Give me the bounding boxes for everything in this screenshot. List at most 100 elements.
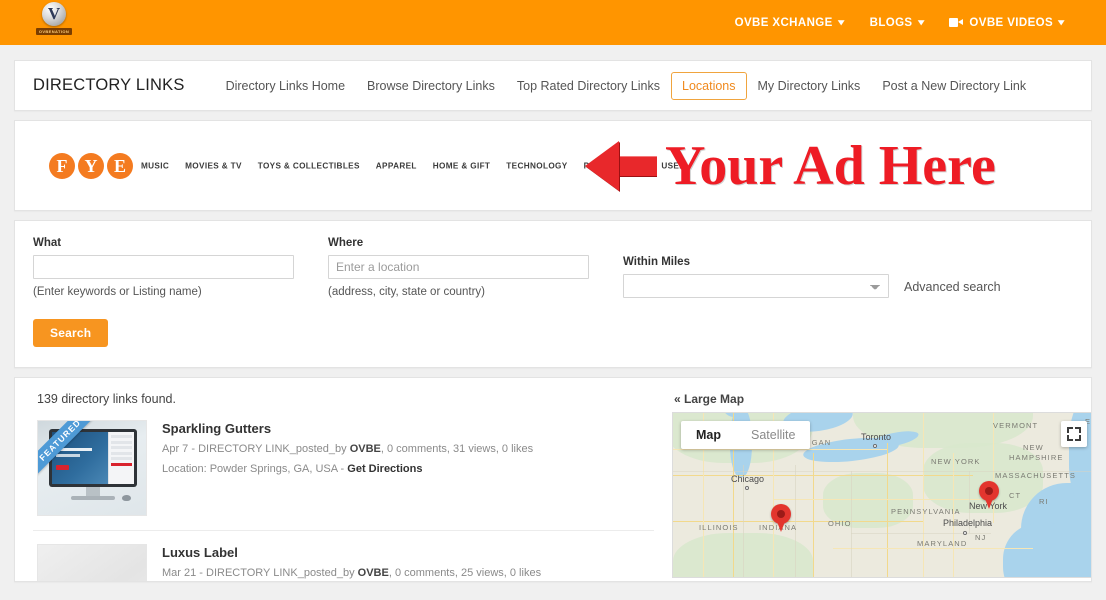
tab-directory-links-home[interactable]: Directory Links Home: [215, 72, 356, 100]
what-hint: (Enter keywords or Listing name): [33, 286, 202, 298]
list-item[interactable]: Luxus Label Mar 21 - DIRECTORY LINK_post…: [33, 531, 654, 581]
large-map-link[interactable]: « Large Map: [674, 392, 1091, 406]
fullscreen-icon[interactable]: [1061, 421, 1087, 447]
listing-location-text: Location: Powder Springs, GA, USA -: [162, 463, 348, 475]
within-miles-select[interactable]: 15102550100: [623, 274, 889, 298]
results-panel: 139 directory links found. FEATURED Spar…: [14, 377, 1092, 582]
nav-label-blogs: BLOGS: [869, 16, 913, 29]
fye-category-movies-tv[interactable]: MOVIES & TV: [185, 161, 242, 170]
map-marker[interactable]: [979, 481, 999, 509]
listing-title[interactable]: Luxus Label: [162, 545, 541, 560]
listing-meta-suffix: , 0 comments, 31 views, 0 likes: [380, 443, 534, 455]
map-label: MASSACHUSETTS: [995, 471, 1076, 480]
nav-item-blogs[interactable]: BLOGS ▾: [870, 17, 924, 29]
listing-thumbnail[interactable]: FEATURED: [37, 420, 147, 516]
results-list: 139 directory links found. FEATURED Spar…: [29, 392, 654, 581]
what-label: What: [33, 237, 62, 249]
map-type-map-button[interactable]: Map: [681, 421, 736, 449]
fye-category-toys-collectibles[interactable]: TOYS & COLLECTIBLES: [258, 161, 360, 170]
primary-nav: OVBE XCHANGE ▾ BLOGS ▾ OVBE VIDEOS ▾: [735, 0, 1065, 45]
video-camera-icon: [949, 18, 964, 27]
listing-meta-prefix: Mar 21 - DIRECTORY LINK_posted_by: [162, 567, 358, 579]
map-label: RI: [1039, 497, 1049, 506]
search-panel: What (Enter keywords or Listing name) Wh…: [14, 220, 1092, 368]
map-city-label: Chicago: [731, 474, 765, 484]
tab-my-directory-links[interactable]: My Directory Links: [747, 72, 872, 100]
advanced-search-link[interactable]: Advanced search: [904, 280, 1001, 294]
logo-letter: V: [47, 4, 61, 23]
listing-info: Luxus Label Mar 21 - DIRECTORY LINK_post…: [147, 544, 541, 581]
listing-info: Sparkling Gutters Apr 7 - DIRECTORY LINK…: [147, 420, 533, 516]
fye-letter-y: Y: [78, 152, 104, 179]
page-title: DIRECTORY LINKS: [33, 76, 185, 94]
directory-tabs: Directory Links Home Browse Directory Li…: [215, 71, 1038, 100]
listing-thumbnail[interactable]: [37, 544, 147, 581]
map-label: NEW: [1023, 443, 1044, 452]
nav-label-ovbe-videos: OVBE VIDEOS: [969, 16, 1054, 29]
list-item[interactable]: FEATURED Sparkling Gutters Apr 7 - DIREC…: [33, 420, 654, 531]
nav-item-ovbe-xchange[interactable]: OVBE XCHANGE ▾: [735, 17, 844, 29]
listing-location: Location: Powder Springs, GA, USA - Get …: [162, 463, 533, 475]
map-label: CT: [1009, 491, 1022, 500]
nav-label-ovbe-xchange: OVBE XCHANGE: [734, 16, 833, 29]
map-type-satellite-button[interactable]: Satellite: [736, 421, 810, 449]
map-section: « Large Map ILLINOIS INDIANA OHIO NEW YO…: [654, 392, 1091, 581]
within-miles-field-group: Within Miles 15102550100: [623, 256, 889, 298]
listing-meta: Apr 7 - DIRECTORY LINK_posted_by OVBE, 0…: [162, 443, 533, 455]
ad-headline: Your Ad Here: [665, 134, 996, 197]
fye-letter-e: E: [107, 152, 133, 179]
listing-meta-suffix: , 0 comments, 25 views, 0 likes: [388, 567, 542, 579]
map-city-label: Toronto: [861, 432, 892, 442]
fye-category-home-gift[interactable]: HOME & GIFT: [433, 161, 491, 170]
tab-locations[interactable]: Locations: [671, 71, 747, 100]
listing-title[interactable]: Sparkling Gutters: [162, 421, 533, 436]
listing-author[interactable]: OVBE: [350, 443, 381, 455]
map-label: HAMPSHIRE: [1009, 453, 1064, 462]
search-what-input[interactable]: [33, 255, 294, 279]
where-field-group: Where (address, city, state or country): [328, 237, 589, 298]
map-label: OHIO: [828, 519, 852, 528]
map-city-label: Philadelphia: [943, 518, 993, 528]
fye-letter-f: F: [49, 152, 75, 179]
nav-item-ovbe-videos[interactable]: OVBE VIDEOS ▾: [949, 17, 1064, 29]
listing-meta: Mar 21 - DIRECTORY LINK_posted_by OVBE, …: [162, 567, 541, 579]
chevron-down-icon: ▾: [837, 17, 845, 27]
logo-wordmark: OVBENATION: [35, 28, 73, 35]
map-marker[interactable]: [771, 504, 791, 532]
left-arrow-icon: [585, 140, 657, 191]
directory-links-header: DIRECTORY LINKS Directory Links Home Bro…: [14, 60, 1092, 111]
results-count: 139 directory links found.: [37, 392, 176, 406]
site-header: V OVBENATION OVBE XCHANGE ▾ BLOGS ▾ OVBE…: [0, 0, 1106, 45]
tab-browse-directory-links[interactable]: Browse Directory Links: [356, 72, 506, 100]
map-label: PENNSYLVANIA: [891, 507, 961, 516]
logo-orb-icon: V: [42, 2, 66, 26]
map-type-toggle: Map Satellite: [681, 421, 811, 449]
get-directions-link[interactable]: Get Directions: [347, 463, 422, 475]
tab-post-a-new-directory-link[interactable]: Post a New Directory Link: [871, 72, 1037, 100]
search-where-input[interactable]: [328, 255, 589, 279]
ad-banner[interactable]: F Y E MUSIC MOVIES & TV TOYS & COLLECTIB…: [14, 120, 1092, 211]
listing-author[interactable]: OVBE: [358, 567, 389, 579]
search-button[interactable]: Search: [33, 319, 109, 347]
fye-category-apparel[interactable]: APPAREL: [376, 161, 417, 170]
fye-category-technology[interactable]: TECHNOLOGY: [506, 161, 567, 170]
map-label: MARYLAND: [917, 539, 968, 548]
chevron-down-icon: ▾: [1058, 17, 1065, 27]
tab-top-rated-directory-links[interactable]: Top Rated Directory Links: [506, 72, 671, 100]
chevron-down-icon: ▾: [917, 17, 925, 27]
fye-category-music[interactable]: MUSIC: [141, 161, 169, 170]
site-logo[interactable]: V OVBENATION: [35, 2, 73, 42]
within-miles-label: Within Miles: [623, 256, 690, 268]
map-viewport[interactable]: WISCONSIN MICHIGAN ILLINOIS INDIANA OHIO…: [672, 412, 1091, 578]
fye-logo[interactable]: F Y E: [49, 152, 133, 179]
listing-meta-prefix: Apr 7 - DIRECTORY LINK_posted_by: [162, 443, 350, 455]
map-label: VERMONT: [993, 421, 1039, 430]
search-fields-row: What (Enter keywords or Listing name) Wh…: [33, 237, 1073, 298]
where-hint: (address, city, state or country): [328, 286, 486, 298]
where-label: Where: [328, 237, 364, 249]
map-label: ILLINOIS: [699, 523, 739, 532]
ad-callout: Your Ad Here: [580, 121, 1091, 210]
map-label: NEW YORK: [931, 457, 981, 466]
what-field-group: What (Enter keywords or Listing name): [33, 237, 294, 298]
map-label: NJ: [975, 533, 987, 542]
